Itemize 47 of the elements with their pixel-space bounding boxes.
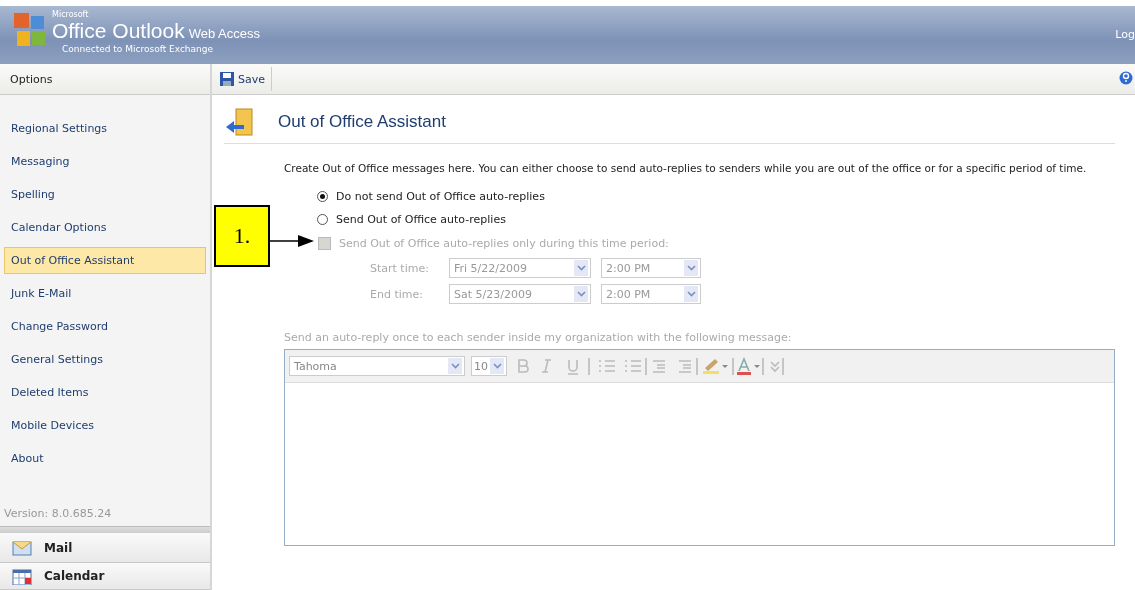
size-dropdown[interactable]: 10 bbox=[471, 356, 507, 376]
sidebar-item[interactable]: Spelling bbox=[4, 181, 206, 208]
sidebar-item[interactable]: Mobile Devices bbox=[4, 412, 206, 439]
nav-button[interactable]: Calendar bbox=[0, 563, 210, 590]
radio-button[interactable] bbox=[317, 214, 328, 225]
brand-small: Microsoft bbox=[52, 10, 90, 19]
calendar-icon bbox=[12, 569, 32, 585]
message-label: Send an auto-reply once to each sender inside my organization with the following message: bbox=[284, 331, 793, 344]
sidebar-item[interactable]: Messaging bbox=[4, 148, 206, 175]
help-icon[interactable] bbox=[1119, 71, 1133, 85]
sidebar-item[interactable]: General Settings bbox=[4, 346, 206, 373]
sidebar-item[interactable]: About bbox=[4, 445, 206, 472]
resize-grip[interactable] bbox=[0, 526, 210, 533]
version-label: Version: 8.0.685.24 bbox=[3, 507, 113, 522]
envelope-icon bbox=[12, 539, 32, 556]
font-dropdown[interactable]: Tahoma bbox=[289, 356, 465, 376]
period-label: Send Out of Office auto-replies only during this time period: bbox=[339, 236, 669, 250]
time-label: End time: bbox=[370, 287, 424, 301]
product-name: Office Outlook bbox=[52, 19, 185, 43]
door-arrow-icon bbox=[224, 107, 256, 137]
chevron-down-icon bbox=[576, 291, 586, 297]
intro-text: Create Out of Office messages here. You can either choose to send auto-replies to senders while you are out of the office or for a specific period of time. bbox=[284, 162, 1088, 175]
callout-arrow bbox=[270, 234, 314, 248]
radio-label: Send Out of Office auto-replies bbox=[336, 213, 506, 226]
sidebar-item[interactable]: Out of Office Assistant bbox=[4, 247, 206, 274]
step-callout: 1. bbox=[214, 205, 270, 267]
office-logo-icon bbox=[14, 13, 48, 49]
sidebar-item[interactable]: Deleted Items bbox=[4, 379, 206, 406]
chevron-down-icon bbox=[576, 265, 586, 271]
sidebar-item[interactable]: Junk E-Mail bbox=[4, 280, 206, 307]
radio-label: Do not send Out of Office auto-replies bbox=[336, 190, 545, 203]
time-label: Start time: bbox=[370, 261, 430, 275]
chevron-down-icon bbox=[686, 291, 696, 297]
sidebar-item[interactable]: Calendar Options bbox=[4, 214, 206, 241]
page-title: Out of Office Assistant bbox=[278, 112, 446, 132]
radio-button[interactable] bbox=[317, 191, 328, 202]
chevron-down-icon bbox=[492, 363, 502, 369]
save-button[interactable]: Save bbox=[220, 67, 272, 91]
message-editor[interactable]: Tahoma 10 bbox=[284, 349, 1115, 546]
sidebar-item[interactable]: Regional Settings bbox=[4, 115, 206, 142]
chevron-down-icon bbox=[686, 265, 696, 271]
header-subtitle: Connected to Microsoft Exchange bbox=[62, 43, 214, 55]
nav-button[interactable]: Mail bbox=[0, 533, 210, 563]
sidebar-item[interactable]: Change Password bbox=[4, 313, 206, 340]
product-suffix: Web Access bbox=[188, 26, 260, 41]
chevron-down-icon bbox=[450, 363, 460, 369]
options-header: Options bbox=[0, 64, 210, 95]
